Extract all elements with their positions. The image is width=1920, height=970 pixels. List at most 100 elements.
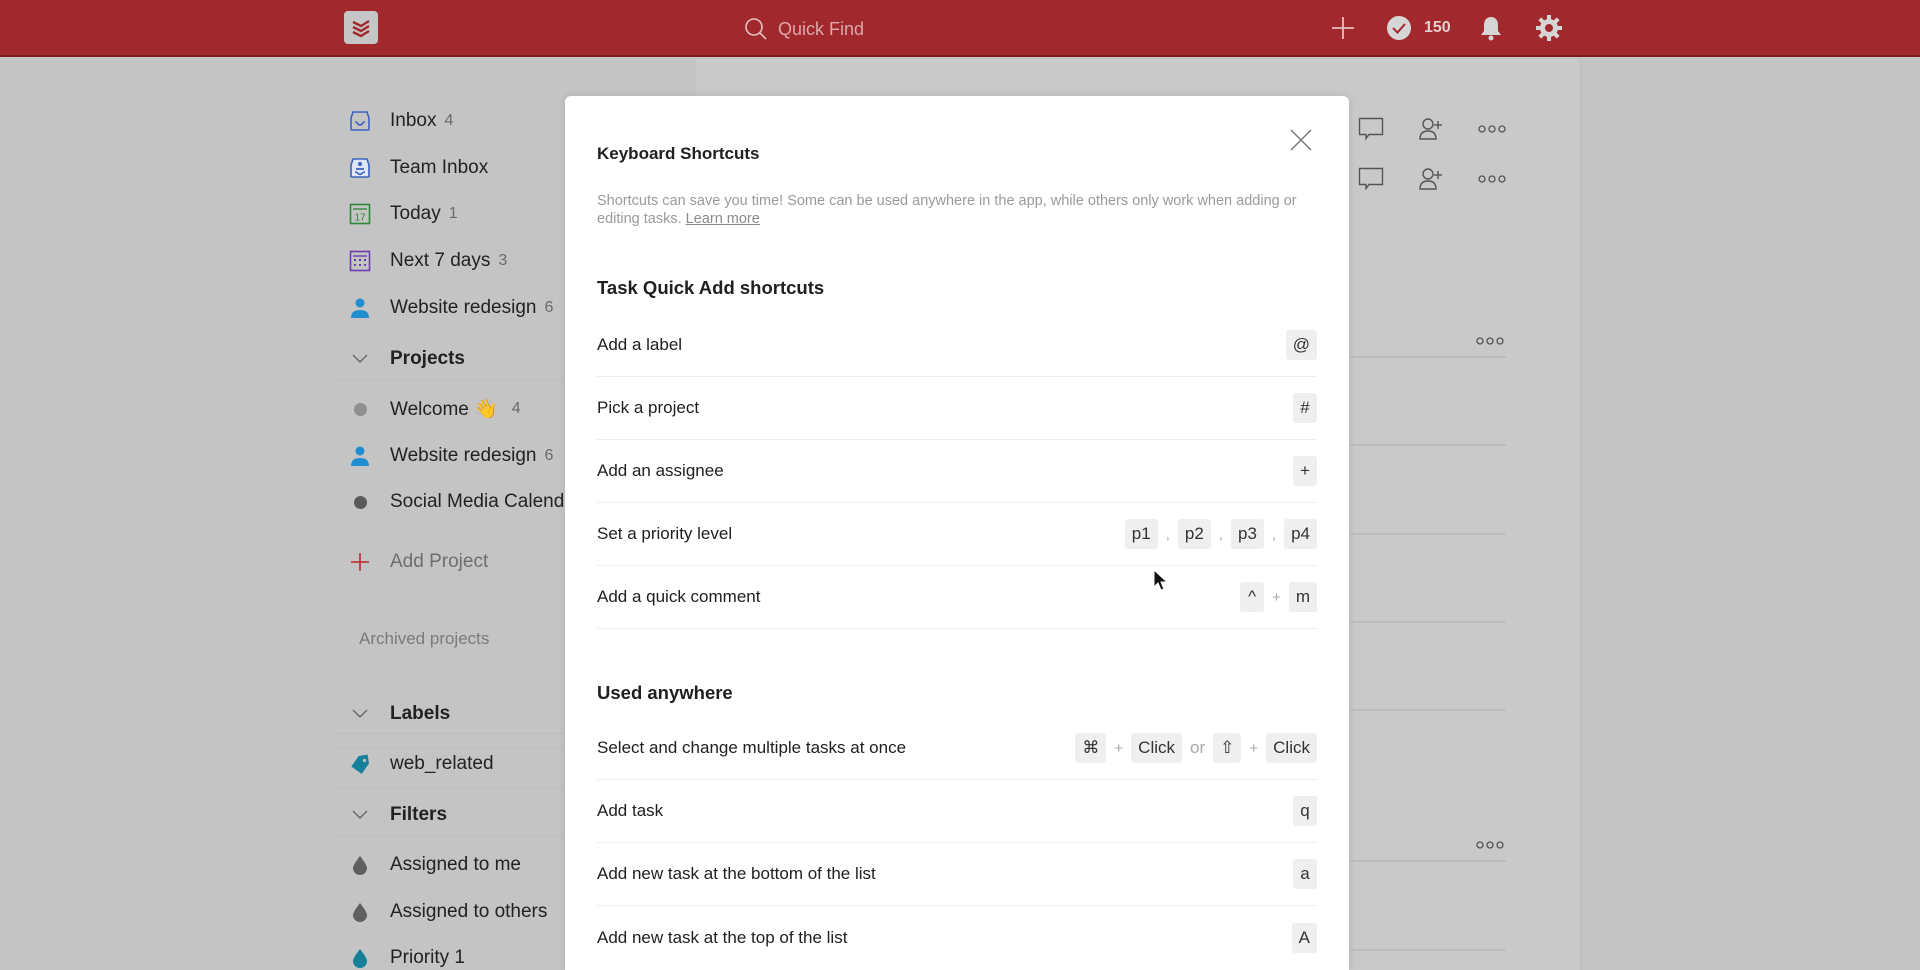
filter-item-assigned-to-others[interactable]: Assigned to others — [346, 897, 547, 927]
divider — [1350, 860, 1506, 862]
labels-section-toggle[interactable]: Labels — [346, 699, 450, 729]
add-project-button[interactable]: Add Project — [346, 547, 488, 577]
calendar-today-icon: 17 — [346, 200, 374, 228]
sidebar-item-team-inbox[interactable]: Team Inbox — [346, 153, 488, 183]
archived-projects-link[interactable]: Archived projects — [359, 629, 489, 649]
shortcut-description: Pick a project — [597, 398, 700, 417]
more-options-button[interactable] — [1478, 125, 1506, 133]
shortcut-row: Pick a project # — [597, 377, 1317, 440]
divider — [1350, 444, 1506, 446]
key-separator: , — [1271, 525, 1277, 543]
sidebar-item-today[interactable]: 17 Today 1 — [346, 199, 458, 229]
shortcut-description: Select and change multiple tasks at once — [597, 738, 907, 757]
filters-section-toggle[interactable]: Filters — [346, 800, 447, 830]
key-separator: or — [1190, 738, 1206, 757]
key-cap: # — [1293, 393, 1317, 423]
comment-icon — [1358, 117, 1384, 141]
filter-label: Priority 1 — [390, 947, 465, 968]
labels-heading: Labels — [390, 703, 451, 724]
search-icon — [745, 18, 767, 40]
sidebar-item-label: Inbox — [390, 110, 437, 131]
learn-more-link[interactable]: Learn more — [686, 211, 760, 227]
close-button[interactable] — [1287, 126, 1315, 154]
sidebar-item-count: 6 — [544, 299, 554, 316]
more-horizontal-icon — [1478, 125, 1506, 133]
chevron-down-icon — [346, 354, 374, 364]
key-cap: + — [1293, 456, 1317, 486]
plus-icon — [346, 548, 374, 576]
shortcut-row: Add task q — [597, 780, 1317, 843]
shortcut-description: Add a label — [597, 335, 683, 354]
calendar-week-icon — [346, 247, 374, 275]
project-item-welcome[interactable]: Welcome 👋 4 — [346, 394, 521, 424]
key-cap: a — [1293, 859, 1317, 889]
section-more-options-button[interactable] — [1476, 841, 1504, 849]
sidebar-item-next-7-days[interactable]: Next 7 days 3 — [346, 246, 507, 276]
key-separator: , — [1165, 525, 1170, 543]
dialog-title: Keyboard Shortcuts — [597, 144, 760, 163]
key-separator: + — [1249, 739, 1259, 757]
person-icon — [346, 294, 374, 322]
more-horizontal-icon — [1476, 337, 1504, 345]
key-cap: Click — [1266, 733, 1317, 763]
sidebar-item-label: Today — [390, 203, 441, 224]
project-item-social-media-calendar[interactable]: Social Media Calendar — [346, 487, 581, 517]
check-circle-icon — [1387, 16, 1411, 40]
karma-button[interactable]: 150 — [1386, 15, 1451, 41]
comment-button[interactable] — [1358, 167, 1384, 191]
key-separator: , — [1218, 525, 1223, 543]
dialog-intro: Shortcuts can save you time! Some can be… — [597, 192, 1317, 228]
bell-icon — [1480, 17, 1501, 41]
divider — [1350, 949, 1506, 951]
filter-item-priority-1[interactable]: Priority 1 — [346, 943, 465, 970]
todoist-logo-icon[interactable] — [344, 11, 378, 44]
filter-item-assigned-to-me[interactable]: Assigned to me — [346, 850, 521, 880]
shortcut-description: Set a priority level — [597, 524, 733, 543]
label-item-web-related[interactable]: web_related — [346, 749, 494, 779]
chevron-down-icon — [346, 709, 374, 719]
sidebar-item-website-redesign[interactable]: Website redesign 6 — [346, 293, 553, 323]
projects-heading: Projects — [390, 348, 465, 369]
key-cap: p1 — [1124, 519, 1158, 549]
shortcut-description: Add task — [597, 801, 664, 820]
share-button[interactable] — [1418, 167, 1444, 191]
share-button[interactable] — [1418, 117, 1444, 141]
key-cap: m — [1288, 582, 1317, 612]
shortcut-description: Add new task at the bottom of the list — [597, 864, 876, 883]
keyboard-shortcuts-dialog: Keyboard Shortcuts Shortcuts can save yo… — [565, 96, 1349, 970]
project-item-website-redesign[interactable]: Website redesign 6 — [346, 441, 553, 471]
settings-button[interactable] — [1535, 14, 1563, 42]
tag-icon — [346, 750, 374, 778]
more-options-button[interactable] — [1478, 175, 1506, 183]
divider — [1350, 356, 1506, 358]
project-label: Social Media Calendar — [390, 491, 582, 512]
inbox-icon — [346, 107, 374, 135]
comment-button[interactable] — [1358, 117, 1384, 141]
sidebar-item-count: 3 — [498, 252, 508, 269]
add-task-button[interactable] — [1330, 15, 1356, 41]
gear-icon — [1535, 15, 1562, 41]
sidebar-item-inbox[interactable]: Inbox 4 — [346, 106, 453, 136]
filter-label: Assigned to me — [390, 854, 521, 875]
section-more-options-button[interactable] — [1476, 337, 1504, 345]
filters-heading: Filters — [390, 804, 448, 825]
sidebar-item-label: Next 7 days — [390, 250, 491, 271]
shortcut-row: Add a label @ — [597, 314, 1317, 377]
key-cap: p3 — [1230, 519, 1264, 549]
sidebar-item-label: Team Inbox — [390, 157, 489, 178]
project-count: 4 — [511, 400, 521, 417]
notifications-button[interactable] — [1479, 15, 1503, 41]
person-icon — [346, 442, 374, 470]
drop-icon — [346, 898, 374, 926]
quick-find-input[interactable]: Quick Find — [744, 14, 864, 44]
plus-icon — [1332, 17, 1354, 39]
shortcut-row: Add a quick comment ^ + m — [597, 566, 1317, 629]
key-separator: + — [1114, 739, 1124, 757]
shortcut-row: Select and change multiple tasks at once… — [597, 717, 1317, 780]
more-horizontal-icon — [1476, 841, 1504, 849]
sidebar-item-count: 1 — [448, 205, 458, 222]
right-gutter — [1580, 59, 1920, 970]
close-icon — [1290, 129, 1312, 151]
projects-section-toggle[interactable]: Projects — [346, 344, 465, 374]
project-color-dot-icon — [346, 395, 374, 423]
